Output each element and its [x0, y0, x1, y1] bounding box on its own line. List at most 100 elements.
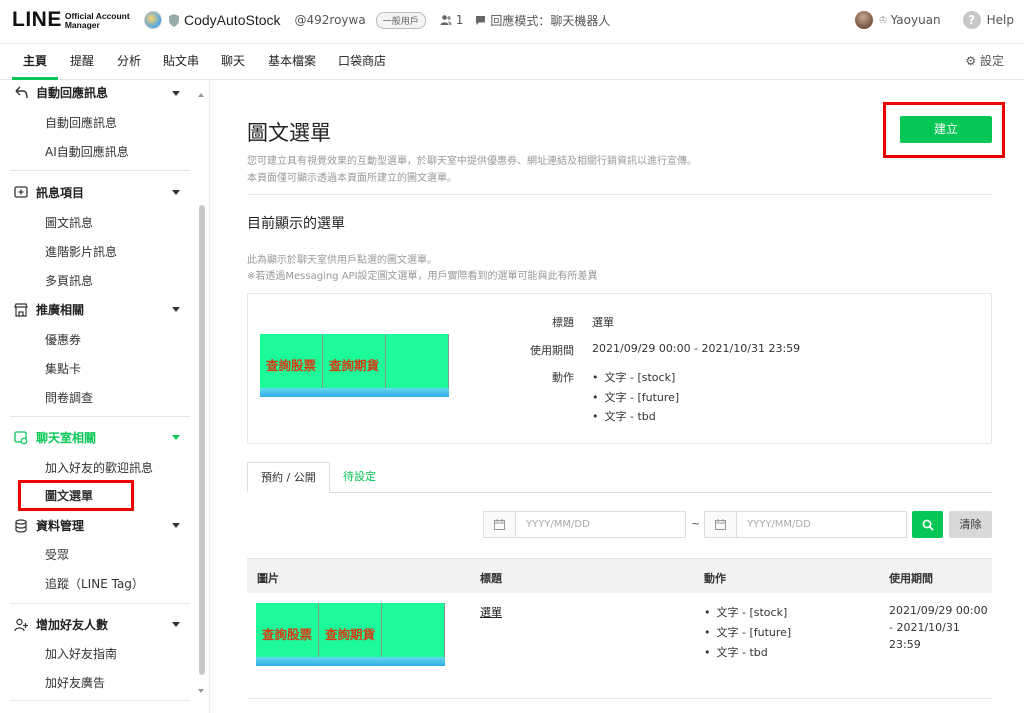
logo-wordmark: LINE: [12, 8, 62, 31]
help-icon[interactable]: ?: [962, 11, 981, 29]
rich-menu-thumbnail: 查詢股票 查詢期貨: [256, 603, 445, 666]
rich-menu-preview: 查詢股票 查詢期貨: [260, 334, 449, 397]
rich-menu-bar: [260, 388, 449, 397]
sidebar-item-auto-reply[interactable]: 自動回應訊息: [45, 114, 117, 131]
row-title-link[interactable]: 選單: [480, 604, 502, 620]
page-description-note: 本頁面僅可顯示透過本頁面所建立的圖文選單。: [247, 173, 457, 184]
tab-scheduled-public[interactable]: 預約 / 公開: [247, 462, 330, 493]
sidebar-section-auto-reply[interactable]: 自動回應訊息: [14, 84, 108, 101]
date-end-field[interactable]: YYYY/MM/DD: [704, 511, 907, 538]
store-icon: [14, 302, 28, 317]
column-header-image: 圖片: [257, 572, 279, 585]
sidebar-item-rich-video[interactable]: 進階影片訊息: [45, 243, 117, 260]
sidebar-item-friend-ads[interactable]: 加好友廣告: [45, 674, 105, 691]
date-start-field[interactable]: YYYY/MM/DD: [483, 511, 686, 538]
meta-action-item: 文字 - tbd: [592, 408, 656, 424]
scroll-up-arrow[interactable]: [198, 93, 204, 97]
user-avatar[interactable]: [854, 11, 873, 29]
meta-action-item: 文字 - [future]: [592, 389, 680, 405]
tab-analytics[interactable]: 分析: [117, 44, 141, 80]
section-heading-current: 目前顯示的選單: [247, 216, 345, 232]
sidebar-section-chat-related[interactable]: 聊天室相關: [14, 429, 96, 446]
settings-link[interactable]: ⚙ 設定: [965, 44, 1004, 78]
meta-title-label: 標題: [552, 316, 574, 329]
sidebar-item-greeting[interactable]: 加入好友的歡迎訊息: [45, 459, 153, 476]
sidebar-section-promotion[interactable]: 推廣相關: [14, 301, 84, 318]
tab-reminders[interactable]: 提醒: [70, 44, 94, 80]
logo-subtitle: Official Account Manager: [64, 11, 130, 30]
chevron-down-icon[interactable]: [172, 190, 180, 195]
gear-icon: ⚙: [965, 54, 977, 68]
main-content: 圖文選單 您可建立具有視覺效果的互動型選單，於聊天室中提供優惠券、網址連結及相關…: [210, 80, 1024, 713]
crown-icon: ♔: [878, 14, 888, 26]
sidebar-divider: [10, 700, 190, 701]
clear-button[interactable]: 清除: [949, 511, 992, 538]
page-title: 圖文選單: [247, 121, 331, 145]
chat-settings-icon: [14, 430, 28, 444]
sidebar-item-coupons[interactable]: 優惠券: [45, 331, 81, 348]
tab-shop[interactable]: 口袋商店: [338, 44, 386, 80]
database-icon: [15, 518, 27, 533]
sidebar-item-ai-auto-reply[interactable]: AI自動回應訊息: [45, 143, 129, 160]
shield-icon: [169, 13, 179, 27]
username[interactable]: Yaoyuan: [891, 13, 941, 27]
row-period-start: 2021/09/29 00:00: [889, 604, 988, 617]
highlight-box-sidebar: [18, 480, 134, 511]
account-avatar: [144, 11, 162, 29]
current-note: ※若透過Messaging API設定圖文選單，用戶實際看到的選單可能與此有所差…: [247, 271, 598, 282]
tab-pending[interactable]: 待設定: [330, 462, 389, 493]
calendar-icon: [705, 512, 737, 537]
sidebar-section-grow-friends[interactable]: 增加好友人數: [14, 616, 108, 633]
column-header-action: 動作: [704, 572, 726, 585]
sidebar-item-reward-cards[interactable]: 集點卡: [45, 360, 81, 377]
date-start-placeholder: YYYY/MM/DD: [526, 519, 590, 530]
sidebar-item-line-tag[interactable]: 追蹤（LINE Tag）: [45, 575, 144, 592]
scroll-down-arrow[interactable]: [198, 689, 204, 693]
tab-chat[interactable]: 聊天: [221, 44, 245, 80]
chat-bubble-icon: [476, 15, 486, 25]
sidebar-section-data[interactable]: 資料管理: [14, 517, 84, 534]
highlight-box-create: [883, 102, 1005, 158]
chevron-down-icon[interactable]: [172, 435, 180, 440]
user-menu: ♔ Yaoyuan ? Help: [854, 11, 1014, 29]
meta-period-label: 使用期間: [530, 344, 574, 357]
account-id: @492roywa: [294, 13, 366, 27]
row-period-end: - 2021/10/31: [889, 621, 960, 634]
search-button[interactable]: [912, 511, 943, 538]
rich-menu-bar: [256, 657, 445, 666]
meta-action-item: 文字 - [stock]: [592, 369, 676, 385]
sidebar-item-surveys[interactable]: 問卷調查: [45, 389, 93, 406]
current-menu-card: 查詢股票 查詢期貨 標題 選單 使用期間 2021/09/29 00:00 - …: [247, 293, 992, 444]
column-header-period: 使用期間: [889, 572, 933, 585]
sidebar-item-audience[interactable]: 受眾: [45, 546, 69, 563]
sidebar-item-rich-message[interactable]: 圖文訊息: [45, 214, 93, 231]
sidebar-divider: [10, 170, 190, 171]
sidebar-section-messages[interactable]: 訊息項目: [14, 184, 84, 201]
friends-count: 1: [440, 13, 463, 27]
account-switcher[interactable]: CodyAutoStock @492roywa 一般用戶 1 回應模式：聊天機器…: [144, 11, 610, 29]
tab-home[interactable]: 主頁: [12, 44, 58, 80]
main-nav: 主頁 提醒 分析 貼文串 聊天 基本檔案 口袋商店 ⚙ 設定: [0, 44, 1024, 80]
add-friend-icon: [14, 618, 28, 631]
help-link[interactable]: Help: [987, 13, 1014, 27]
chevron-down-icon[interactable]: [172, 622, 180, 627]
chevron-down-icon[interactable]: [172, 307, 180, 312]
tab-profile[interactable]: 基本檔案: [268, 44, 316, 80]
line-oa-logo[interactable]: LINE Official Account Manager: [12, 9, 130, 31]
tab-timeline[interactable]: 貼文串: [163, 44, 199, 80]
user-icon: [440, 15, 452, 25]
search-icon: [922, 519, 934, 531]
meta-action-label: 動作: [552, 371, 574, 384]
table-header: 圖片 標題 動作 使用期間: [247, 558, 992, 593]
chevron-down-icon[interactable]: [172, 91, 180, 96]
sidebar-scrollbar[interactable]: [199, 205, 205, 675]
column-header-title: 標題: [480, 572, 502, 585]
row-period-end-time: 23:59: [889, 638, 921, 651]
sidebar-item-friend-guide[interactable]: 加入好友指南: [45, 645, 117, 662]
calendar-icon: [484, 512, 516, 537]
sidebar-divider: [10, 603, 190, 604]
chevron-down-icon[interactable]: [172, 523, 180, 528]
reply-mode[interactable]: 回應模式：聊天機器人: [475, 12, 610, 29]
sidebar-item-carousel[interactable]: 多頁訊息: [45, 272, 93, 289]
row-action-item: 文字 - [future]: [704, 624, 792, 640]
